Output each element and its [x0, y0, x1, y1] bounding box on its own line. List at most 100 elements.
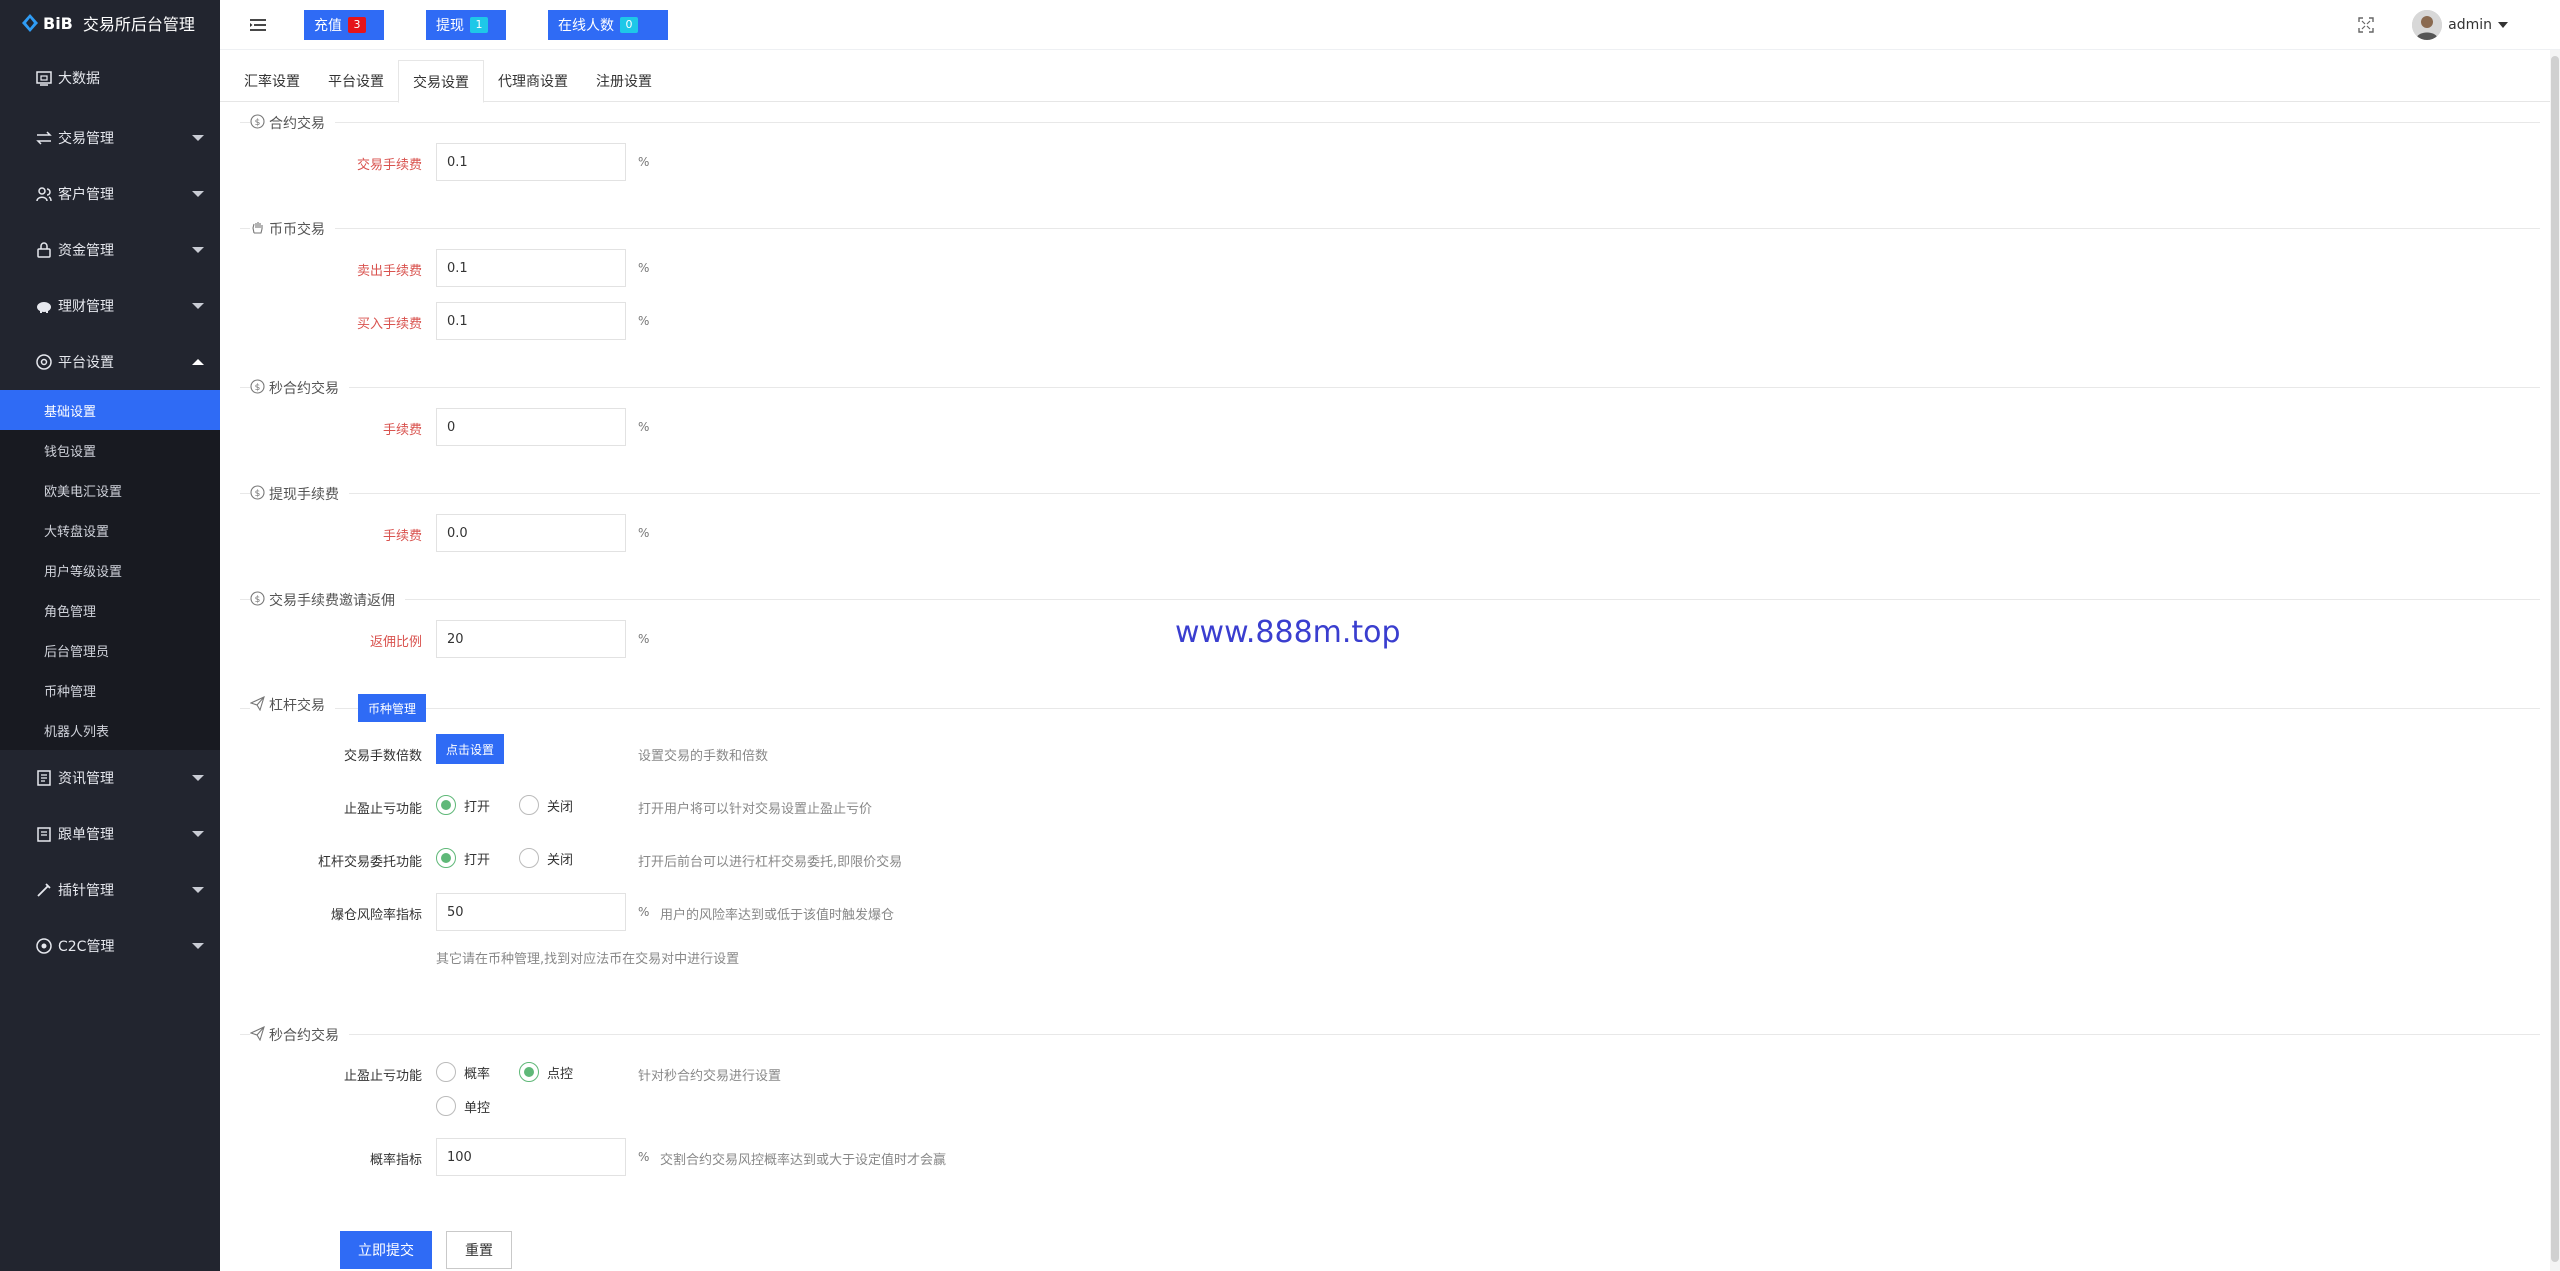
sidebar-item-platform-settings[interactable]: 平台设置 — [0, 334, 220, 390]
section-divider — [240, 1034, 2540, 1035]
exchange-icon — [34, 128, 54, 148]
menu-toggle-icon[interactable] — [248, 15, 268, 35]
dollar-circle-icon: $ — [250, 378, 265, 398]
online-users-button[interactable]: 在线人数 0 — [548, 9, 668, 40]
radio-label: 关闭 — [547, 852, 574, 868]
page-scrollbar[interactable] — [2550, 50, 2560, 1271]
sidebar-item-label: 客户管理 — [58, 187, 114, 203]
point-control-radio[interactable]: 点控 — [519, 1062, 573, 1082]
watermark-text: www.888m.top — [1175, 615, 1401, 650]
sidebar-subitem-robot-list[interactable]: 机器人列表 — [0, 710, 220, 750]
tab-register-settings[interactable]: 注册设置 — [582, 60, 666, 102]
sidebar-subitem-wire-transfer-settings[interactable]: 欧美电汇设置 — [0, 470, 220, 510]
tab-trade-settings[interactable]: 交易设置 — [398, 60, 484, 103]
scrollbar-thumb[interactable] — [2551, 56, 2559, 1262]
sidebar-subitem-coin-management[interactable]: 币种管理 — [0, 670, 220, 710]
fullscreen-icon[interactable] — [2356, 15, 2376, 35]
leverage-tpsl-off-radio[interactable]: 关闭 — [519, 795, 573, 815]
leverage-tpsl-on-radio[interactable]: 打开 — [436, 795, 490, 815]
liquidation-risk-input[interactable] — [436, 893, 626, 931]
brand-logo-text: BiB — [43, 13, 73, 33]
diamond-logo-icon — [22, 14, 38, 32]
spot-buy-fee-label: 买入手续费 — [356, 317, 422, 332]
sidebar-item-c2c-management[interactable]: C2C管理 — [0, 918, 220, 974]
sidebar-subitem-user-level-settings[interactable]: 用户等级设置 — [0, 550, 220, 590]
section-divider — [240, 599, 2540, 600]
sidebar-item-label: C2C管理 — [58, 939, 115, 955]
online-users-count-badge: 0 — [620, 16, 638, 33]
svg-text:$: $ — [255, 595, 261, 605]
svg-text:$: $ — [255, 383, 261, 393]
dashboard-icon — [34, 68, 54, 88]
sidebar-subitem-basic-settings[interactable]: 基础设置 — [0, 390, 220, 430]
tab-agent-settings[interactable]: 代理商设置 — [484, 60, 582, 102]
leverage-entrust-on-radio[interactable]: 打开 — [436, 848, 490, 868]
section-divider — [240, 122, 2540, 123]
brand-logo: BiB — [20, 13, 73, 33]
second-contract-fee-unit: % — [638, 420, 650, 434]
section-withdraw-fee: $ 提现手续费 — [250, 484, 349, 504]
sidebar-item-fund-management[interactable]: 资金管理 — [0, 222, 220, 278]
user-menu[interactable]: admin — [2412, 10, 2508, 40]
sidebar-subitem-lucky-wheel-settings[interactable]: 大转盘设置 — [0, 510, 220, 550]
recharge-button[interactable]: 充值 3 — [304, 9, 384, 40]
brand-title: 交易所后台管理 — [82, 15, 195, 34]
rebate-ratio-input[interactable] — [436, 620, 626, 658]
radio-label: 单控 — [464, 1100, 491, 1116]
radio-circle — [519, 795, 539, 815]
liquidation-risk-hint: 用户的风险率达到或低于该值时触发爆仓 — [660, 908, 895, 923]
recharge-label: 充值 — [314, 17, 342, 34]
sidebar-subitem-admins[interactable]: 后台管理员 — [0, 630, 220, 670]
radio-label: 打开 — [464, 852, 491, 868]
leverage-entrust-off-radio[interactable]: 关闭 — [519, 848, 573, 868]
rebate-ratio-label: 返佣比例 — [369, 635, 422, 650]
contract-fee-input[interactable] — [436, 143, 626, 181]
sidebar-item-finance-management[interactable]: 理财管理 — [0, 278, 220, 334]
sidebar-subitem-wallet-settings[interactable]: 钱包设置 — [0, 430, 220, 470]
spot-buy-fee-input[interactable] — [436, 302, 626, 340]
copy-order-icon — [34, 824, 54, 844]
reset-button[interactable]: 重置 — [446, 1231, 512, 1269]
needle-icon — [34, 880, 54, 900]
spot-sell-fee-input[interactable] — [436, 249, 626, 287]
chevron-down-icon — [192, 191, 204, 197]
spot-sell-fee-unit: % — [638, 261, 650, 275]
leverage-multiple-label: 交易手数倍数 — [343, 749, 422, 764]
contract-fee-label: 交易手续费 — [356, 158, 422, 173]
sidebar-subitem-role-management[interactable]: 角色管理 — [0, 590, 220, 630]
sidebar-item-label: 插针管理 — [58, 883, 114, 899]
withdraw-fee-label: 手续费 — [382, 529, 422, 544]
leverage-tpsl-hint: 打开用户将可以针对交易设置止盈止亏价 — [638, 802, 873, 817]
chevron-down-icon — [192, 135, 204, 141]
sidebar-item-big-data[interactable]: 大数据 — [0, 46, 220, 110]
sidebar-item-trade-management[interactable]: 交易管理 — [0, 110, 220, 166]
section-divider — [240, 708, 2540, 709]
radio-label: 打开 — [464, 799, 491, 815]
tab-platform-settings[interactable]: 平台设置 — [314, 60, 398, 102]
probability-radio[interactable]: 概率 — [436, 1062, 490, 1082]
click-to-set-button[interactable]: 点击设置 — [436, 734, 504, 764]
platform-settings-submenu: 基础设置 钱包设置 欧美电汇设置 大转盘设置 用户等级设置 角色管理 后台管理员… — [0, 390, 220, 750]
section-title-text: 杠杆交易 — [269, 698, 325, 714]
sidebar-item-label: 资金管理 — [58, 243, 114, 259]
coin-management-button[interactable]: 币种管理 — [358, 694, 426, 722]
chevron-up-icon — [192, 359, 204, 365]
hand-icon — [250, 220, 265, 239]
user-name: admin — [2448, 17, 2492, 33]
svg-text:$: $ — [255, 489, 261, 499]
chevron-down-icon — [2498, 22, 2508, 28]
svg-text:$: $ — [255, 118, 261, 128]
news-icon — [34, 768, 54, 788]
probability-index-input[interactable] — [436, 1138, 626, 1176]
withdraw-button[interactable]: 提现 1 — [426, 9, 506, 40]
header-right: admin — [2356, 0, 2560, 50]
withdraw-fee-input[interactable] — [436, 514, 626, 552]
single-control-radio[interactable]: 单控 — [436, 1096, 490, 1116]
second-contract-fee-input[interactable] — [436, 408, 626, 446]
dollar-circle-icon: $ — [250, 484, 265, 504]
section-title-text: 合约交易 — [269, 116, 325, 132]
sidebar-item-customer-management[interactable]: 客户管理 — [0, 166, 220, 222]
radio-label: 点控 — [547, 1066, 574, 1082]
tab-exchange-rate-settings[interactable]: 汇率设置 — [230, 60, 314, 102]
submit-button[interactable]: 立即提交 — [340, 1231, 432, 1269]
